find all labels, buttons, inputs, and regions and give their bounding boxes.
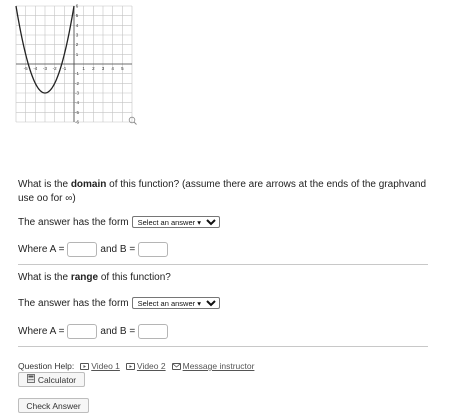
domain-form-select[interactable]: Select an answer ▾ — [131, 216, 220, 228]
x-tick-label: 4 — [111, 66, 114, 71]
domain-a-input[interactable] — [67, 242, 98, 257]
y-tick-label: -5 — [75, 110, 79, 115]
video-icon — [125, 362, 135, 370]
check-answer-label: Check Answer — [26, 400, 81, 411]
magnifier-icon-handle — [133, 121, 137, 125]
range-a-label: Where A = — [18, 326, 65, 337]
domain-question-prefix: What is the — [18, 179, 71, 190]
x-tick-label: 5 — [121, 66, 124, 71]
x-tick-label: -3 — [43, 66, 47, 71]
graph-canvas: -5 -4 -3 -2 -1 1 2 3 4 5654321-1-2-3-4-5-6 — [15, 4, 137, 125]
y-tick-label: -2 — [75, 81, 79, 86]
video-2-link[interactable]: Video 2 — [123, 361, 166, 371]
message-instructor-link[interactable]: Message instructor — [169, 361, 255, 371]
x-tick-label: -1 — [62, 66, 66, 71]
divider — [18, 264, 428, 265]
check-answer-button[interactable]: Check Answer — [18, 398, 89, 413]
range-form-label: The answer has the form — [18, 297, 129, 309]
domain-b-label: and B = — [100, 244, 136, 255]
y-tick-label: -3 — [75, 91, 79, 96]
domain-form-row: The answer has the form Select an answer… — [18, 216, 220, 228]
range-b-input[interactable] — [138, 324, 169, 339]
range-a-input[interactable] — [67, 324, 98, 339]
x-tick-label: 1 — [82, 66, 85, 71]
domain-question-suffix: of this function? (assume there are arro… — [106, 179, 427, 190]
domain-question: What is the domain of this function? (as… — [18, 178, 458, 206]
x-tick-label: -2 — [53, 66, 57, 71]
domain-a-label: Where A = — [18, 244, 65, 255]
x-tick-label: -4 — [33, 66, 37, 71]
range-question-prefix: What is the — [18, 272, 71, 283]
range-ab-row: Where A = and B = — [18, 324, 169, 339]
range-form-select[interactable]: Select an answer ▾ — [131, 297, 220, 309]
domain-ab-row: Where A = and B = — [18, 242, 169, 257]
function-graph: -5 -4 -3 -2 -1 1 2 3 4 5 6 5 4 3 2 1 -1 -2 -3 -4 -5 -6 — [14, 4, 142, 128]
range-form-row: The answer has the form Select an answer… — [18, 297, 220, 309]
domain-form-label: The answer has the form — [18, 216, 129, 228]
range-question-suffix: of this function? — [98, 272, 171, 283]
y-tick-label: -4 — [75, 100, 79, 105]
calculator-button[interactable]: Calculator — [18, 372, 85, 387]
y-tick-label: -1 — [75, 71, 79, 76]
y-tick-label: -6 — [75, 120, 79, 125]
domain-keyword: domain — [70, 179, 107, 190]
domain-question-line2: use oo for ∞) — [18, 193, 76, 204]
message-instructor-label: Message instructor — [182, 361, 255, 371]
x-tick-label: 2 — [92, 66, 95, 71]
question-help-label: Question Help: — [18, 361, 75, 371]
range-question: What is the range of this function? — [18, 271, 171, 285]
divider — [18, 346, 428, 347]
calculator-label: Calculator — [37, 374, 77, 385]
calculator-icon — [26, 374, 35, 385]
range-keyword: range — [70, 272, 99, 283]
x-tick-label: 3 — [102, 66, 105, 71]
range-b-label: and B = — [100, 326, 136, 337]
x-tick-label: -5 — [24, 66, 28, 71]
video-icon — [80, 362, 90, 370]
question-help: Question Help: Video 1 Video 2 Message i… — [18, 361, 254, 371]
envelope-icon — [171, 362, 181, 370]
video-1-label: Video 1 — [91, 361, 120, 371]
video-1-link[interactable]: Video 1 — [77, 361, 120, 371]
domain-b-input[interactable] — [138, 242, 169, 257]
video-2-label: Video 2 — [136, 361, 166, 371]
